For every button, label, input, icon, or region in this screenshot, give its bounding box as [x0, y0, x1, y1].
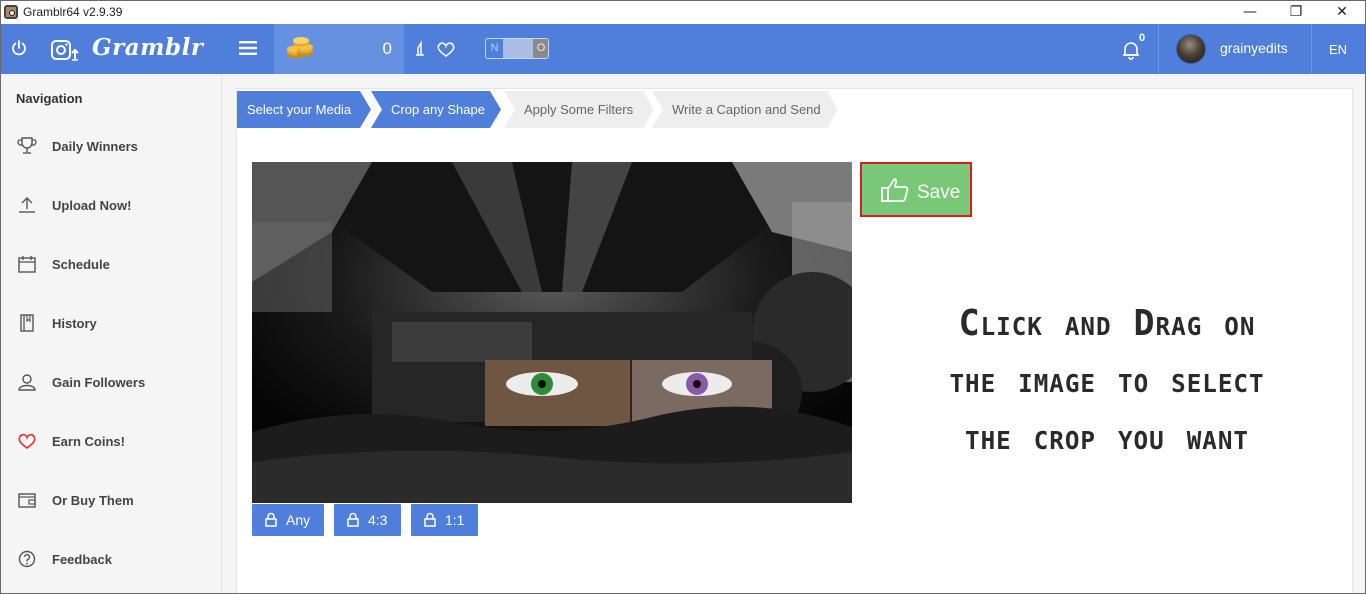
- step-select-media[interactable]: Select your Media: [237, 91, 371, 128]
- thumbs-up-icon: [881, 178, 909, 202]
- editor-panel: Select your Media Crop any Shape Apply S…: [236, 88, 1353, 593]
- crop-image[interactable]: [252, 162, 852, 503]
- lock-icon: [265, 512, 277, 527]
- crop-instructions: Click and Drag on the image to select th…: [902, 295, 1312, 466]
- step-apply-filters[interactable]: Apply Some Filters: [504, 91, 654, 128]
- sidebar-item-label: Daily Winners: [52, 139, 138, 154]
- sidebar-item-schedule[interactable]: Schedule: [1, 244, 222, 284]
- question-icon: [18, 550, 36, 568]
- crop-option-label: Any: [286, 512, 311, 528]
- save-label: Save: [917, 182, 961, 203]
- crop-option-label: 1:1: [445, 512, 465, 528]
- coin-count: 0: [382, 39, 392, 58]
- sidebar-item-label: Upload Now!: [52, 198, 132, 213]
- header-divider: [1311, 24, 1312, 74]
- close-button[interactable]: ✕: [1319, 1, 1365, 24]
- sidebar-item-label: Or Buy Them: [52, 493, 134, 508]
- crop-option-label: 4:3: [368, 512, 388, 528]
- sidebar-item-label: Gain Followers: [52, 375, 146, 390]
- title-bar: Gramblr64 v2.9.39 — ❐ ✕: [1, 1, 1365, 24]
- calendar-icon: [18, 256, 36, 273]
- crop-4-3-button[interactable]: 4:3: [334, 504, 401, 536]
- sidebar-item-feedback[interactable]: Feedback: [1, 539, 222, 579]
- step-caption-send[interactable]: Write a Caption and Send: [652, 91, 838, 128]
- photo-artwork: [252, 162, 852, 503]
- sidebar-item-label: History: [52, 316, 97, 331]
- power-icon[interactable]: [10, 39, 28, 57]
- main-content: Select your Media Crop any Shape Apply S…: [222, 74, 1365, 593]
- window-title: Gramblr64 v2.9.39: [23, 5, 123, 19]
- lock-icon: [347, 512, 359, 527]
- app-window: Gramblr64 v2.9.39 — ❐ ✕ Gramblr 0 N O 0 …: [0, 0, 1366, 594]
- username[interactable]: grainyedits: [1220, 40, 1288, 56]
- step-label: Select your Media: [247, 102, 352, 117]
- book-icon: [20, 314, 34, 332]
- wallet-icon: [18, 493, 36, 508]
- save-button[interactable]: Save: [860, 162, 972, 217]
- camera-upload-icon[interactable]: [51, 39, 79, 61]
- toggle-right-label: O: [533, 39, 548, 58]
- like-follow-icon[interactable]: [415, 40, 457, 58]
- top-header: Gramblr 0 N O 0 grainyedits EN: [1, 24, 1365, 74]
- app-icon: [4, 5, 18, 19]
- step-label: Apply Some Filters: [524, 102, 634, 117]
- user-icon: [18, 374, 36, 391]
- sidebar-item-label: Feedback: [52, 552, 112, 567]
- step-crop-shape[interactable]: Crop any Shape: [371, 91, 501, 128]
- crop-1-1-button[interactable]: 1:1: [411, 504, 478, 536]
- toggle-knob: [503, 39, 533, 58]
- maximize-button[interactable]: ❐: [1273, 1, 1319, 24]
- minimize-button[interactable]: —: [1227, 1, 1273, 24]
- brand-logo[interactable]: Gramblr: [92, 34, 203, 61]
- sidebar-item-earn-coins[interactable]: Earn Coins!: [1, 421, 222, 461]
- sidebar: Navigation Daily Winners Upload Now! Sch…: [1, 74, 222, 593]
- coins-balance[interactable]: 0: [274, 24, 404, 74]
- nav-title: Navigation: [16, 91, 83, 106]
- step-label: Crop any Shape: [391, 102, 485, 117]
- step-label: Write a Caption and Send: [672, 102, 821, 117]
- toggle-left-label: N: [486, 39, 503, 58]
- instruction-line: Click and Drag on: [958, 303, 1256, 344]
- sidebar-item-gain-followers[interactable]: Gain Followers: [1, 362, 222, 402]
- coins-icon: [287, 37, 313, 59]
- notification-count: 0: [1139, 32, 1146, 44]
- sidebar-item-history[interactable]: History: [1, 303, 222, 343]
- sidebar-item-upload-now[interactable]: Upload Now!: [1, 185, 222, 225]
- sidebar-item-buy-coins[interactable]: Or Buy Them: [1, 480, 222, 520]
- avatar[interactable]: [1176, 34, 1206, 64]
- header-divider: [1158, 24, 1159, 74]
- language-selector[interactable]: EN: [1329, 42, 1347, 57]
- trophy-icon: [17, 137, 37, 154]
- sidebar-item-label: Earn Coins!: [52, 434, 125, 449]
- instruction-line: the image to select: [949, 360, 1265, 401]
- sidebar-item-label: Schedule: [52, 257, 110, 272]
- crop-any-button[interactable]: Any: [252, 504, 324, 536]
- bell-icon[interactable]: [1121, 40, 1141, 60]
- sidebar-item-daily-winners[interactable]: Daily Winners: [1, 126, 222, 166]
- mode-toggle[interactable]: N O: [485, 38, 549, 59]
- instruction-line: the crop you want: [965, 417, 1249, 458]
- lock-icon: [424, 512, 436, 527]
- upload-icon: [19, 197, 35, 213]
- heart-icon: [18, 433, 36, 449]
- menu-icon[interactable]: [239, 40, 257, 56]
